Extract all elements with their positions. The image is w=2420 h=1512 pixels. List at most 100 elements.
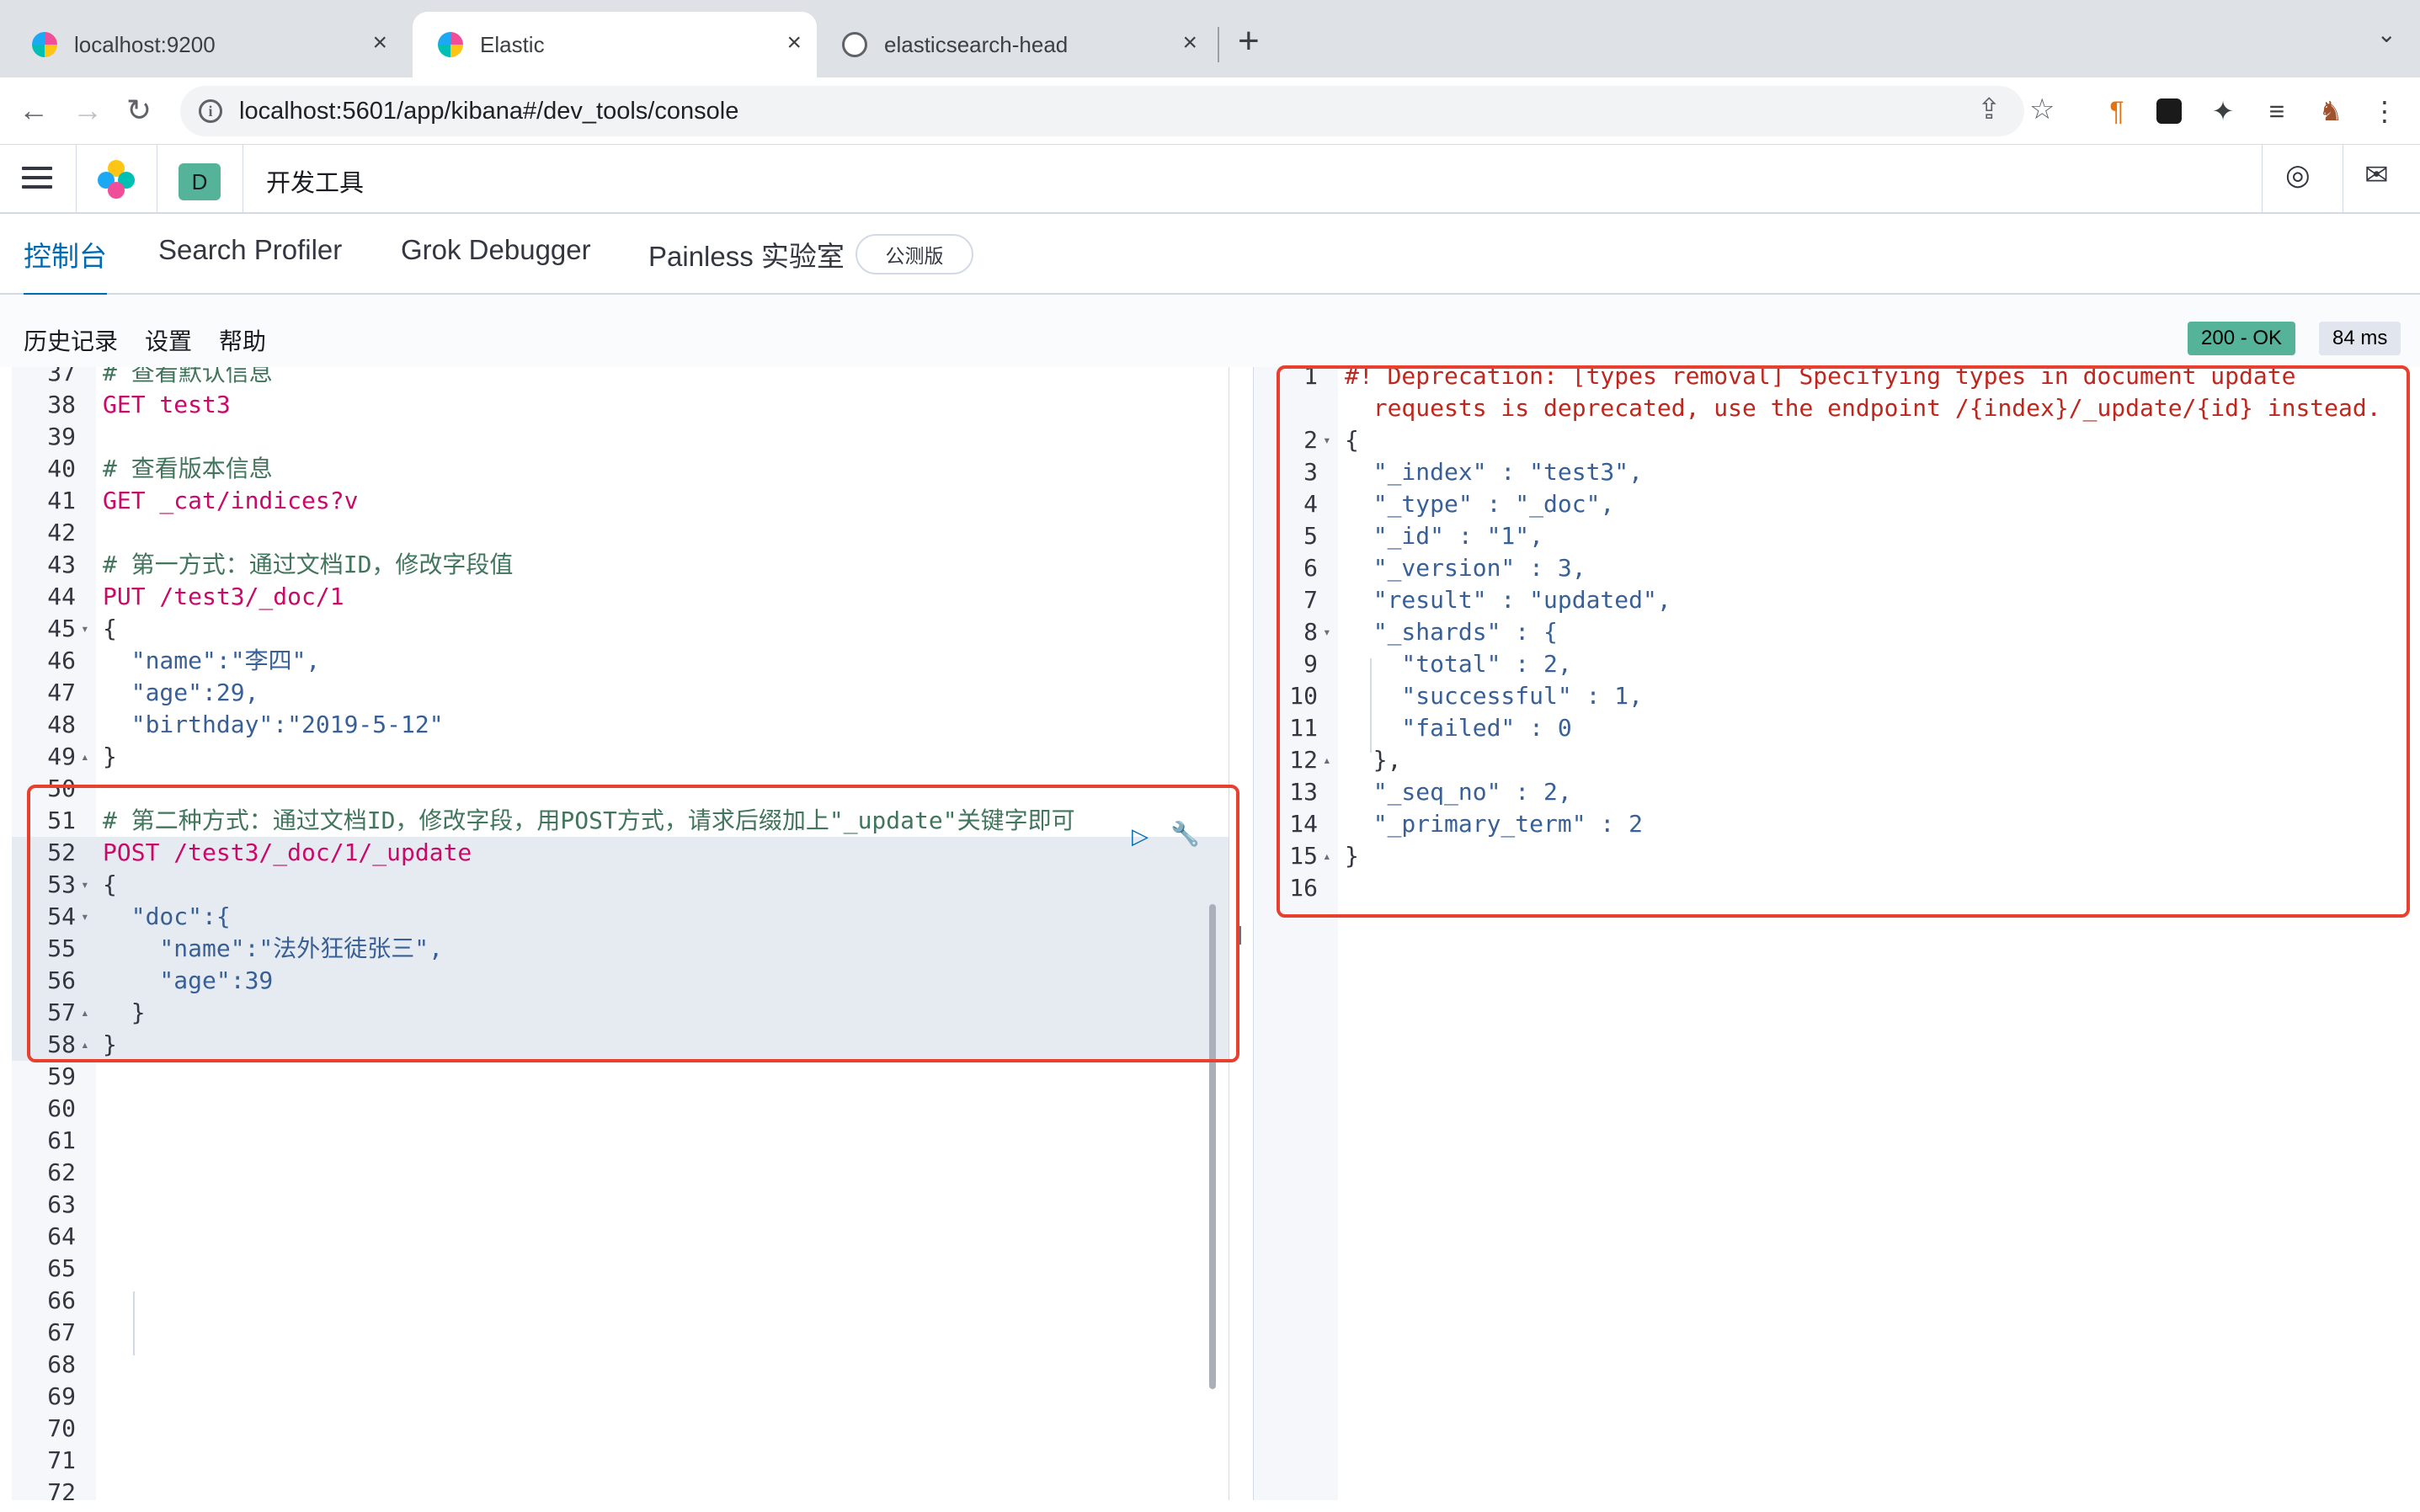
fold-toggle-icon[interactable]: ▴ <box>81 997 89 1029</box>
bookmark-star-icon[interactable]: ☆ <box>2029 93 2055 126</box>
url-text[interactable]: localhost:5601/app/kibana#/dev_tools/con… <box>239 98 738 125</box>
fold-toggle-icon[interactable]: ▾ <box>1323 616 1331 648</box>
code-line[interactable]: 45 ▾ { <box>12 613 1229 645</box>
code-line[interactable]: 48 "birthday":"2019-5-12" <box>12 709 1229 741</box>
code-line[interactable]: 46 "name":"李四", <box>12 645 1229 677</box>
code-line[interactable]: 14 "_primary_term" : 2 <box>1254 808 2420 840</box>
code-line[interactable]: 70 <box>12 1413 1229 1445</box>
request-editor[interactable]: 37 # 查看默认信息 38 GET test3 39 40 # 查看版本信息 41 GET _… <box>12 367 1229 1500</box>
new-tab-icon[interactable]: + <box>1238 20 1260 62</box>
tab-search-chevron-icon[interactable]: ⌄ <box>2377 20 2396 48</box>
code-line[interactable]: 62 <box>12 1157 1229 1189</box>
tab-grok-debugger[interactable]: Grok Debugger <box>401 234 591 285</box>
code-line[interactable]: 44 PUT /test3/_doc/1 <box>12 581 1229 613</box>
code-line[interactable]: 55 "name":"法外狂徒张三", <box>12 933 1229 965</box>
code-line[interactable]: 1 #! Deprecation: [types removal] Specify… <box>1254 367 2420 392</box>
fold-toggle-icon[interactable]: ▴ <box>1323 840 1331 872</box>
code-line[interactable]: 63 <box>12 1189 1229 1221</box>
code-line[interactable]: 51 # 第二种方式：通过文档ID，修改字段，用POST方式，请求后缀加上"_up… <box>12 805 1229 837</box>
code-line[interactable]: 50 <box>12 773 1229 805</box>
code-line[interactable]: requests is deprecated, use the endpoint… <box>1254 392 2420 424</box>
back-arrow-icon[interactable]: ← <box>19 91 49 130</box>
code-line[interactable]: 37 # 查看默认信息 <box>12 367 1229 389</box>
tab-console[interactable]: 控制台 <box>24 234 107 297</box>
code-line[interactable]: 11 "failed" : 0 <box>1254 712 2420 744</box>
code-line[interactable]: 3 "_index" : "test3", <box>1254 456 2420 488</box>
code-line[interactable]: 12 ▴ }, <box>1254 744 2420 776</box>
code-line[interactable]: 59 <box>12 1061 1229 1093</box>
fold-toggle-icon[interactable]: ▴ <box>1323 744 1331 776</box>
help-lifebuoy-icon[interactable]: ◎ <box>2285 158 2311 192</box>
code-line[interactable]: 66 <box>12 1285 1229 1317</box>
code-line[interactable]: 61 <box>12 1125 1229 1157</box>
fold-toggle-icon[interactable]: ▴ <box>81 741 89 773</box>
puzzle-extensions-icon[interactable]: ✦ <box>2206 94 2240 128</box>
fold-toggle-icon[interactable]: ▾ <box>1323 424 1331 456</box>
code-line[interactable]: 54 ▾ "doc":{ <box>12 901 1229 933</box>
close-tab-icon[interactable]: × <box>786 30 802 56</box>
fold-toggle-icon[interactable]: ▾ <box>81 869 89 901</box>
code-line[interactable]: 42 <box>12 517 1229 549</box>
code-line[interactable]: 58 ▴} <box>12 1029 1229 1061</box>
editor-scrollbar[interactable] <box>1209 904 1216 1389</box>
share-icon[interactable]: ⇪ <box>1977 93 2002 126</box>
space-avatar[interactable]: D <box>179 163 221 200</box>
code-line[interactable]: 40 # 查看版本信息 <box>12 453 1229 485</box>
address-bar[interactable]: i localhost:5601/app/kibana#/dev_tools/c… <box>180 86 2055 136</box>
code-line[interactable]: 64 <box>12 1221 1229 1253</box>
code-line[interactable]: 52 POST /test3/_doc/1/_update <box>12 837 1229 869</box>
tab-search-profiler[interactable]: Search Profiler <box>158 234 342 285</box>
code-line[interactable]: 67 <box>12 1317 1229 1349</box>
code-line[interactable]: 13 "_seq_no" : 2, <box>1254 776 2420 808</box>
forward-arrow-icon[interactable]: → <box>72 91 103 130</box>
profile-avatar-icon[interactable]: ♞ <box>2314 94 2348 128</box>
code-line[interactable]: 43 # 第一方式：通过文档ID，修改字段值 <box>12 549 1229 581</box>
code-line[interactable]: 56 "age":39 <box>12 965 1229 997</box>
code-line[interactable]: 57 ▴ } <box>12 997 1229 1029</box>
code-line[interactable]: 72 <box>12 1477 1229 1500</box>
play-run-icon[interactable]: ▷ <box>1132 823 1149 849</box>
browser-tab-elasticsearch-head[interactable]: elasticsearch-head × <box>817 12 1213 77</box>
response-output[interactable]: 1 #! Deprecation: [types removal] Specify… <box>1253 367 2420 1500</box>
pilcrow-extension-icon[interactable]: ¶ <box>2100 94 2134 128</box>
code-line[interactable]: 4 "_type" : "_doc", <box>1254 488 2420 520</box>
tab-painless-lab[interactable]: Painless 实验室 <box>648 234 845 293</box>
code-line[interactable]: 15 ▴} <box>1254 840 2420 872</box>
site-info-icon[interactable]: i <box>199 99 222 123</box>
code-line[interactable]: 5 "_id" : "1", <box>1254 520 2420 552</box>
code-line[interactable]: 2 ▾ { <box>1254 424 2420 456</box>
code-line[interactable]: 49 ▴} <box>12 741 1229 773</box>
code-line[interactable]: 47 "age":29, <box>12 677 1229 709</box>
close-tab-icon[interactable]: × <box>1182 30 1197 56</box>
reading-list-icon[interactable]: ≡ <box>2260 94 2294 128</box>
code-line[interactable]: 60 <box>12 1093 1229 1125</box>
tampermonkey-extension-icon[interactable] <box>2152 94 2186 128</box>
history-link[interactable]: 历史记录 <box>24 323 118 357</box>
newsfeed-mail-icon[interactable]: ✉ <box>2364 158 2389 192</box>
code-line[interactable]: 65 <box>12 1253 1229 1285</box>
menu-hamburger-icon[interactable] <box>22 167 52 192</box>
close-tab-icon[interactable]: × <box>372 30 387 56</box>
settings-link[interactable]: 设置 <box>145 323 192 357</box>
code-line[interactable]: 9 "total" : 2, <box>1254 648 2420 680</box>
wrench-settings-icon[interactable]: 🔧 <box>1170 820 1200 848</box>
code-line[interactable]: 69 <box>12 1381 1229 1413</box>
reload-icon[interactable]: ↻ <box>126 91 152 130</box>
browser-tab-elastic[interactable]: Elastic × <box>413 12 817 77</box>
browser-tab-localhost[interactable]: localhost:9200 × <box>7 12 402 77</box>
code-line[interactable]: 41 GET _cat/indices?v <box>12 485 1229 517</box>
code-line[interactable]: 8 ▾ "_shards" : { <box>1254 616 2420 648</box>
fold-toggle-icon[interactable]: ▴ <box>81 1029 89 1061</box>
code-line[interactable]: 71 <box>12 1445 1229 1477</box>
code-line[interactable]: 68 <box>12 1349 1229 1381</box>
code-line[interactable]: 7 "result" : "updated", <box>1254 584 2420 616</box>
panel-resizer[interactable] <box>1238 926 1241 945</box>
code-line[interactable]: 38 GET test3 <box>12 389 1229 421</box>
code-line[interactable]: 16 <box>1254 872 2420 904</box>
fold-toggle-icon[interactable]: ▾ <box>81 901 89 933</box>
code-line[interactable]: 39 <box>12 421 1229 453</box>
code-line[interactable]: 6 "_version" : 3, <box>1254 552 2420 584</box>
help-link[interactable]: 帮助 <box>219 323 266 357</box>
code-line[interactable]: 53 ▾ { <box>12 869 1229 901</box>
browser-menu-icon[interactable]: ⋮ <box>2368 94 2401 128</box>
